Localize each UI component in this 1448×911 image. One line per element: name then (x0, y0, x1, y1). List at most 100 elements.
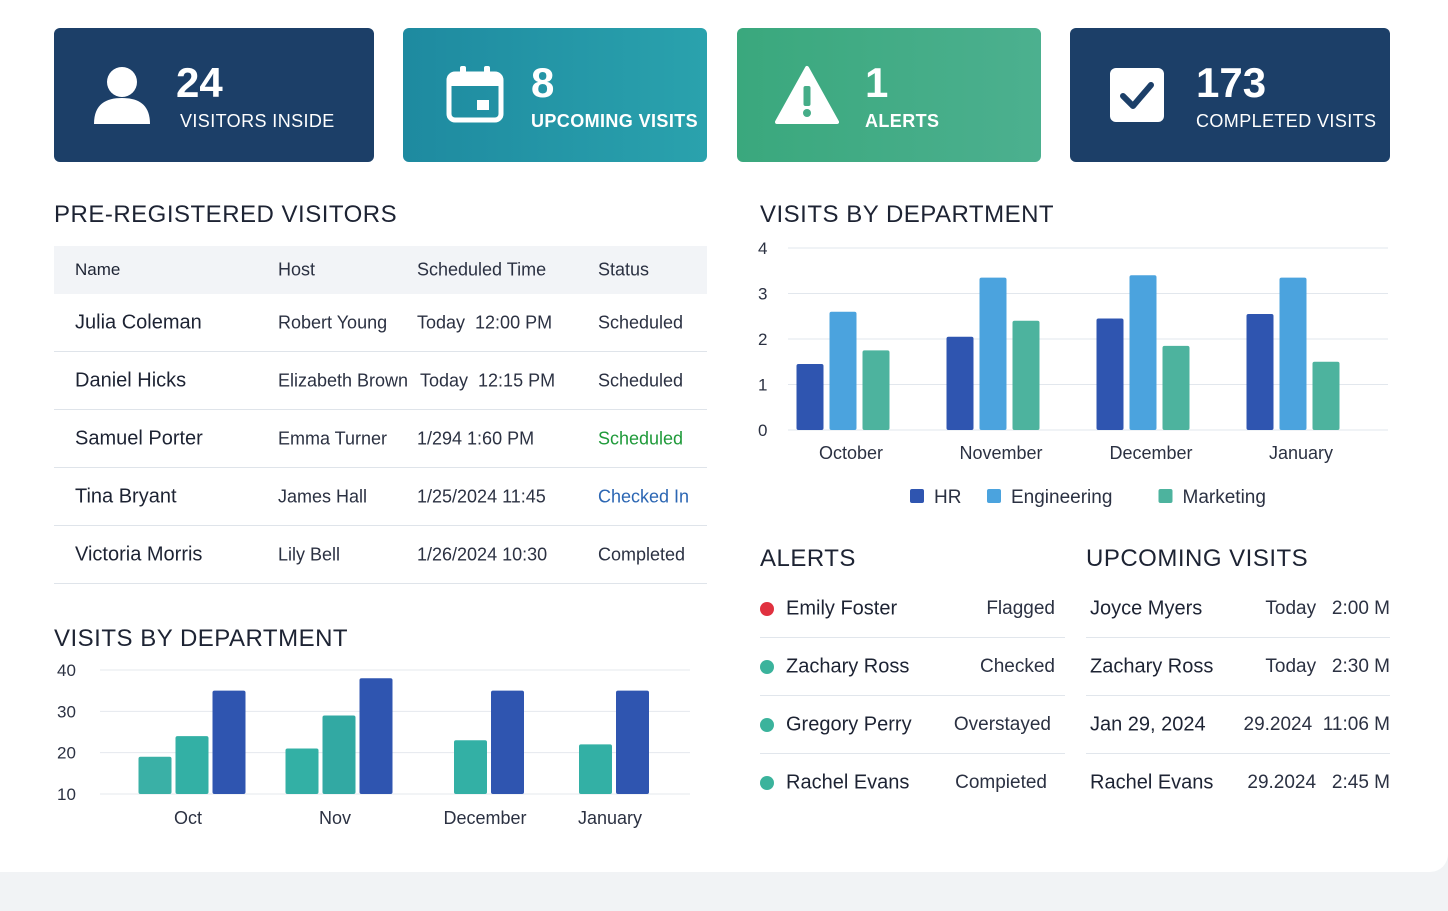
kpi-card-visitors-inside[interactable]: 24 VISITORS INSIDE (54, 28, 374, 162)
upcoming-name: Zachary Ross (1090, 655, 1214, 677)
visitor-host: Lily Bell (278, 544, 341, 564)
visitor-status: Scheduled (598, 312, 684, 332)
visitor-status: Completed (598, 544, 686, 564)
table-row[interactable]: Julia Coleman Robert Young Today 12:00 P… (54, 294, 707, 352)
upcoming-time: Today 2:00 M (1265, 597, 1390, 619)
bar-hr (1096, 318, 1124, 430)
alert-status: Overstayed (953, 713, 1051, 735)
upcoming-time: 29.2024 2:45 M (1247, 772, 1390, 793)
warning-icon (775, 66, 839, 124)
visitor-name: Victoria Morris (75, 543, 203, 565)
visitor-name: Daniel Hicks (75, 369, 187, 391)
upcoming-item[interactable]: Rachel Evans 29.2024 2:45 M (1086, 754, 1390, 812)
column-header[interactable]: Status (598, 260, 649, 281)
x-tick-label: November (959, 443, 1042, 463)
kpi-value: 8 (531, 59, 555, 106)
alerts-list: Emily Foster Flagged Zachary Ross Checke… (760, 580, 1065, 812)
alert-item[interactable]: Zachary Ross Checked (760, 638, 1065, 696)
bar (322, 715, 356, 794)
bar (454, 740, 487, 794)
y-tick-label: 0 (758, 421, 767, 440)
bar (616, 690, 649, 794)
alert-item[interactable]: Emily Foster Flagged (760, 580, 1065, 638)
upcoming-item[interactable]: Jan 29, 2024 29.2024 11:06 M (1086, 696, 1390, 754)
visits-by-department-chart: 0 1 2 3 4 October November December January HR Eng… (758, 239, 1388, 508)
visitor-status: Scheduled (598, 370, 684, 390)
bar-hr (796, 364, 824, 430)
alert-status-dot (760, 776, 774, 790)
bar-marketing (1162, 345, 1190, 430)
checkbox-icon (1110, 68, 1164, 122)
bar-marketing (1312, 361, 1340, 430)
kpi-card-alerts[interactable]: 1 ALERTS (737, 28, 1041, 162)
visitor-name: Samuel Porter (75, 427, 203, 449)
alert-item[interactable]: Gregory Perry Overstayed (760, 696, 1065, 754)
x-tick-label: December (1109, 443, 1192, 463)
bar-engineering (829, 311, 857, 430)
bar (579, 744, 612, 794)
visitor-time: Today 12:15 PM (420, 370, 556, 390)
y-tick-label: 3 (758, 285, 767, 304)
visits-by-department-chart-small: 40 30 20 10 Oct Nov December January (57, 661, 690, 828)
x-tick-label: Oct (174, 808, 202, 828)
kpi-label: UPCOMING VISITS (531, 111, 699, 131)
upcoming-title: UPCOMING VISITS (1086, 545, 1309, 572)
visitor-time: 1/294 1:60 PM (417, 428, 535, 448)
bar (491, 690, 524, 794)
alert-status: Compieted (955, 772, 1047, 793)
alert-item[interactable]: Rachel Evans Compieted (760, 754, 1065, 812)
upcoming-name: Rachel Evans (1090, 771, 1214, 794)
upcoming-item[interactable]: Zachary Ross Today 2:30 M (1086, 638, 1390, 696)
kpi-card-upcoming-visits[interactable]: 8 UPCOMING VISITS (403, 28, 707, 162)
bar (359, 678, 393, 794)
visitor-status: Scheduled (598, 428, 684, 448)
kpi-value: 1 (865, 59, 889, 106)
visitor-host: Robert Young (278, 312, 388, 332)
legend-label: Marketing (1183, 487, 1266, 508)
kpi-label: VISITORS INSIDE (180, 111, 335, 131)
column-header[interactable]: Host (278, 260, 315, 281)
visitor-host: James Hall (278, 486, 368, 506)
bar-engineering (1279, 277, 1307, 430)
table-header: Name Host Scheduled Time Status (54, 246, 707, 294)
upcoming-time: 29.2024 11:06 M (1243, 713, 1390, 735)
y-tick-label: 30 (57, 702, 76, 721)
upcoming-name: Joyce Myers (1090, 597, 1203, 619)
legend-label: HR (934, 487, 961, 508)
y-tick-label: 1 (758, 376, 767, 395)
alert-name: Rachel Evans (786, 771, 910, 794)
bar-engineering (979, 277, 1007, 430)
y-tick-label: 10 (57, 785, 76, 804)
user-icon (94, 67, 150, 124)
kpi-value: 173 (1196, 59, 1267, 106)
legend-label: Engineering (1011, 487, 1112, 508)
table-row[interactable]: Daniel Hicks Elizabeth Brown Today 12:15… (54, 352, 707, 410)
kpi-card-completed-visits[interactable]: 173 COMPLETED VISITS (1070, 28, 1390, 162)
bar-engineering (1129, 275, 1157, 430)
chart-dept-small-title: VISITS BY DEPARTMENT (54, 625, 349, 652)
table-row[interactable]: Samuel Porter Emma Turner 1/294 1:60 PM … (54, 410, 707, 468)
column-header[interactable]: Name (75, 260, 120, 280)
alert-name: Gregory Perry (786, 713, 912, 735)
column-header[interactable]: Scheduled Time (417, 260, 546, 281)
alert-name: Zachary Ross (786, 655, 910, 677)
bar-hr (946, 336, 974, 430)
kpi-label: COMPLETED VISITS (1196, 111, 1377, 131)
alert-status: Flagged (986, 597, 1055, 619)
visitor-status: Checked In (598, 486, 690, 506)
bar-marketing (1012, 320, 1040, 430)
preregistered-title: PRE-REGISTERED VISITORS (54, 201, 398, 228)
table-row[interactable]: Victoria Morris Lily Bell 1/26/2024 10:3… (54, 526, 707, 584)
y-tick-label: 2 (758, 330, 767, 349)
legend-swatch (1158, 489, 1173, 503)
table-row[interactable]: Tina Bryant James Hall 1/25/2024 11:45 C… (54, 468, 707, 526)
upcoming-item[interactable]: Joyce Myers Today 2:00 M (1086, 580, 1390, 638)
y-tick-label: 40 (57, 661, 76, 680)
bar (285, 748, 319, 794)
chart-dept-title: VISITS BY DEPARTMENT (760, 201, 1055, 228)
bar-marketing (862, 350, 890, 430)
alert-name: Emily Foster (786, 597, 898, 619)
y-tick-label: 4 (758, 239, 767, 258)
kpi-value: 24 (176, 59, 223, 106)
visitor-host: Elizabeth Brown (278, 370, 409, 390)
